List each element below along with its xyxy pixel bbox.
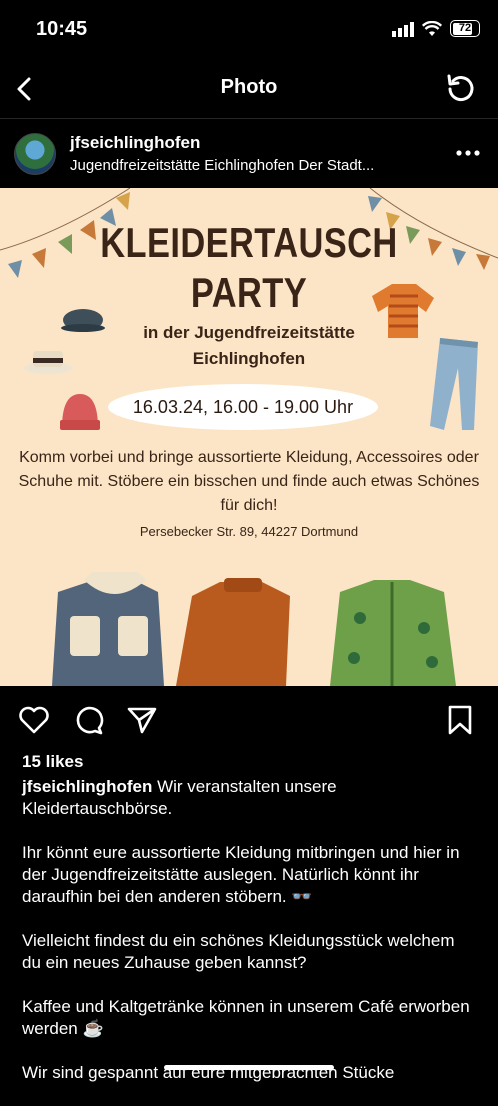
denim-jacket-illustration (52, 572, 164, 686)
post-username[interactable]: jfseichlinghofen (70, 133, 200, 153)
poster-subtitle-line2: Eichlinghofen (192, 349, 306, 368)
more-options-icon[interactable] (456, 149, 480, 157)
page-title: Photo (220, 76, 278, 98)
post-location[interactable]: Jugendfreizeitstätte Eichlinghofen Der S… (70, 157, 440, 174)
avatar[interactable] (14, 133, 56, 175)
home-indicator[interactable] (164, 1065, 334, 1070)
poster-subtitle: in der Jugendfreizeitstätte Eichlinghofe… (0, 320, 498, 372)
caption-text-3: Vielleicht findest du ein schönes Kleidu… (22, 931, 455, 972)
comment-icon[interactable] (72, 704, 104, 736)
status-icons: 72 (392, 20, 480, 37)
poster-title: KLEIDERTAUSCH PARTY (45, 218, 453, 318)
nav-bar: Photo (0, 62, 498, 116)
beanie-illustration (60, 394, 100, 430)
action-bar (0, 688, 498, 748)
post-caption: jfseichlinghofen Wir veranstalten unsere… (22, 776, 478, 1106)
poster-title-line2: PARTY (190, 269, 308, 316)
signal-icon (392, 21, 414, 37)
orange-sweater-illustration (176, 578, 290, 686)
status-time: 10:45 (36, 18, 88, 40)
likes-count[interactable]: 15 likes (22, 752, 83, 772)
refresh-icon[interactable] (444, 72, 478, 106)
wifi-icon (422, 20, 442, 36)
poster-datetime: 16.03.24, 16.00 - 19.00 Uhr (108, 384, 378, 430)
post-image[interactable]: KLEIDERTAUSCH PARTY in der Jugendfreizei… (0, 188, 498, 686)
battery-icon: 72 (450, 20, 480, 37)
post-header: jfseichlinghofen Jugendfreizeitstätte Ei… (0, 118, 498, 189)
poster-subtitle-line1: in der Jugendfreizeitstätte (143, 323, 355, 342)
share-send-icon[interactable] (126, 704, 158, 736)
poster-title-line1: KLEIDERTAUSCH (100, 219, 398, 266)
status-bar: 10:45 72 (0, 0, 498, 62)
caption-text-4: Kaffee und Kaltgetränke können in unsere… (22, 997, 470, 1038)
green-cardigan-illustration (330, 580, 456, 686)
poster-body: Komm vorbei und bringe aussortierte Klei… (18, 449, 480, 514)
caption-text-2: Ihr könnt eure aussortierte Kleidung mit… (22, 843, 460, 906)
caption-username[interactable]: jfseichlinghofen (22, 777, 152, 796)
bookmark-icon[interactable] (444, 704, 476, 736)
like-heart-icon[interactable] (18, 704, 50, 736)
battery-level: 72 (458, 22, 472, 34)
poster-address: Persebecker Str. 89, 44227 Dortmund (139, 524, 359, 539)
